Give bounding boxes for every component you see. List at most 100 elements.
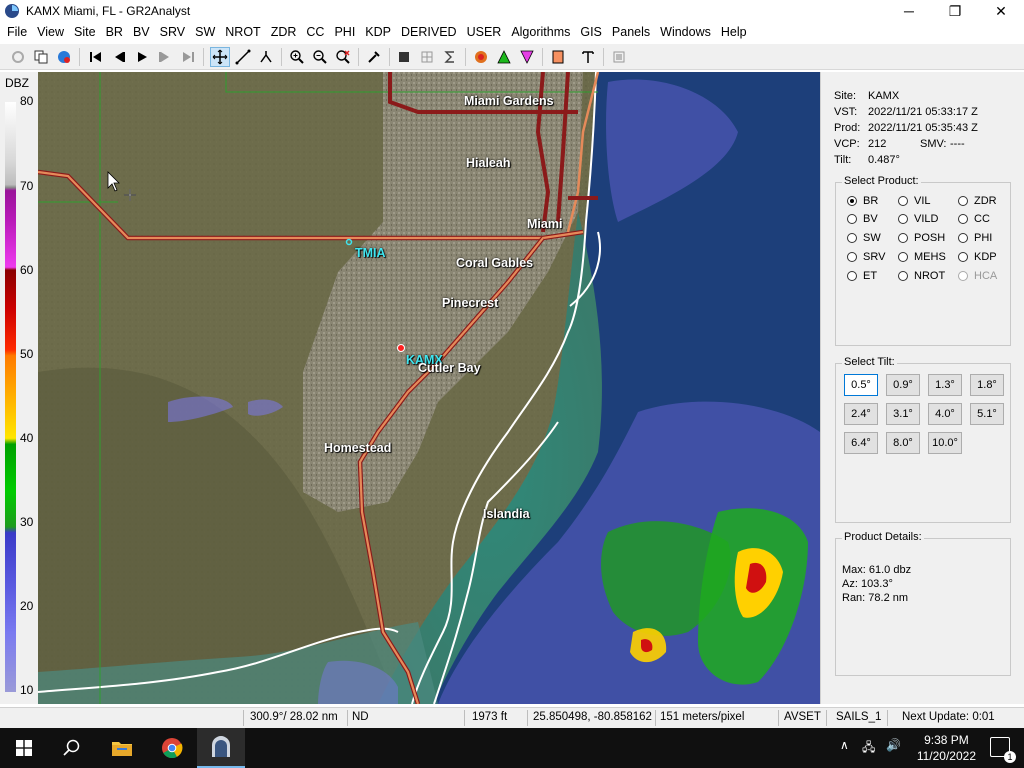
search-button[interactable]	[48, 728, 96, 768]
site-label: Site:	[834, 90, 857, 102]
notification-count: 1	[1004, 751, 1016, 763]
measure-icon[interactable]	[233, 47, 253, 67]
legend-color-strip	[5, 102, 16, 692]
network-icon[interactable]: 🖧	[862, 738, 875, 759]
menu-user[interactable]: USER	[462, 22, 507, 42]
sigma-icon[interactable]	[440, 47, 460, 67]
menu-algorithms[interactable]: Algorithms	[506, 22, 575, 42]
gr2analyst-taskbar-button[interactable]	[197, 728, 245, 768]
step-forward-icon[interactable]	[155, 47, 175, 67]
radar-map-view[interactable]: Miami Gardens Hialeah Miami TMIA Coral G…	[38, 72, 820, 704]
text-tool-icon[interactable]	[578, 47, 598, 67]
tilt-button-5-1[interactable]: 5.1°	[970, 403, 1004, 425]
radio-vild[interactable]: VILD	[898, 213, 938, 225]
radar-site-marker[interactable]	[397, 344, 405, 352]
smv-value: ----	[950, 138, 965, 150]
menu-phi[interactable]: PHI	[329, 22, 360, 42]
green-triangle-icon[interactable]	[494, 47, 514, 67]
menu-gis[interactable]: GIS	[575, 22, 607, 42]
radio-hca[interactable]: HCA	[958, 270, 997, 282]
storm-track-icon[interactable]	[471, 47, 491, 67]
menu-kdp[interactable]: KDP	[360, 22, 396, 42]
zoom-in-icon[interactable]	[287, 47, 307, 67]
tilt-button-1-3[interactable]: 1.3°	[928, 374, 962, 396]
refresh-icon[interactable]	[8, 47, 28, 67]
radio-kdp[interactable]: KDP	[958, 251, 997, 263]
label-miami-gardens: Miami Gardens	[464, 94, 554, 108]
tilt-button-0-5[interactable]: 0.5°	[844, 374, 878, 396]
zoom-out-icon[interactable]	[310, 47, 330, 67]
radio-sw[interactable]: SW	[847, 232, 881, 244]
tilt-button-4-0[interactable]: 4.0°	[928, 403, 962, 425]
menu-cc[interactable]: CC	[301, 22, 329, 42]
start-button[interactable]	[0, 728, 48, 768]
clock[interactable]: 9:38 PM 11/20/2022	[917, 732, 976, 764]
tilt-button-10-0[interactable]: 10.0°	[928, 432, 962, 454]
maximize-button[interactable]: ❐	[932, 0, 978, 22]
notification-center-icon[interactable]: 1	[990, 737, 1016, 763]
cross-section-icon[interactable]	[256, 47, 276, 67]
volume-icon[interactable]: 🔊	[886, 738, 901, 752]
label-cutler-bay: Cutler Bay	[418, 361, 481, 375]
close-button[interactable]: ✕	[978, 0, 1024, 22]
globe-site-icon[interactable]	[54, 47, 74, 67]
palette-icon[interactable]	[548, 47, 568, 67]
tilt-button-3-1[interactable]: 3.1°	[886, 403, 920, 425]
zoom-reset-icon[interactable]	[333, 47, 353, 67]
app-icon	[5, 4, 19, 18]
skip-first-icon[interactable]	[86, 47, 106, 67]
play-icon[interactable]	[132, 47, 152, 67]
copy-icon[interactable]	[31, 47, 51, 67]
menu-nrot[interactable]: NROT	[220, 22, 265, 42]
radio-bv[interactable]: BV	[847, 213, 878, 225]
skip-last-icon[interactable]	[178, 47, 198, 67]
menu-sw[interactable]: SW	[190, 22, 220, 42]
tilt-button-6-4[interactable]: 6.4°	[844, 432, 878, 454]
minimize-button[interactable]: ─	[886, 0, 932, 22]
menu-derived[interactable]: DERIVED	[396, 22, 462, 42]
menu-windows[interactable]: Windows	[655, 22, 716, 42]
menu-panels[interactable]: Panels	[607, 22, 655, 42]
radio-phi[interactable]: PHI	[958, 232, 992, 244]
tilt-button-0-9[interactable]: 0.9°	[886, 374, 920, 396]
radio-srv[interactable]: SRV	[847, 251, 885, 263]
label-islandia: Islandia	[483, 507, 530, 521]
status-next-update: Next Update: 0:01	[902, 711, 995, 723]
radio-cc[interactable]: CC	[958, 213, 990, 225]
radio-br[interactable]: BR	[847, 195, 878, 207]
radio-posh[interactable]: POSH	[898, 232, 945, 244]
radio-zdr[interactable]: ZDR	[958, 195, 997, 207]
label-pinecrest: Pinecrest	[442, 296, 499, 310]
legend-tick-30: 30	[20, 515, 34, 529]
menu-srv[interactable]: SRV	[155, 22, 190, 42]
grid-icon[interactable]	[417, 47, 437, 67]
menu-zdr[interactable]: ZDR	[266, 22, 302, 42]
tilt-button-1-8[interactable]: 1.8°	[970, 374, 1004, 396]
vcp-label: VCP:	[834, 138, 860, 150]
step-back-icon[interactable]	[109, 47, 129, 67]
radio-mehs[interactable]: MEHS	[898, 251, 946, 263]
radio-vil[interactable]: VIL	[898, 195, 931, 207]
tilt-button-2-4[interactable]: 2.4°	[844, 403, 878, 425]
pipette-icon[interactable]	[364, 47, 384, 67]
menu-bv[interactable]: BV	[128, 22, 155, 42]
legend-tick-20: 20	[20, 599, 34, 613]
menu-view[interactable]: View	[32, 22, 69, 42]
tilt-button-8-0[interactable]: 8.0°	[886, 432, 920, 454]
legend-tick-50: 50	[20, 347, 34, 361]
magenta-triangle-icon[interactable]	[517, 47, 537, 67]
layer-icon[interactable]	[609, 47, 629, 67]
chrome-button[interactable]	[148, 728, 196, 768]
pan-tool-icon[interactable]	[210, 47, 230, 67]
radio-et[interactable]: ET	[847, 270, 877, 282]
smooth-icon[interactable]	[394, 47, 414, 67]
menu-file[interactable]: File	[0, 22, 32, 42]
menu-br[interactable]: BR	[101, 22, 128, 42]
map-canvas[interactable]	[38, 72, 820, 704]
menu-site[interactable]: Site	[69, 22, 101, 42]
menu-help[interactable]: Help	[716, 22, 752, 42]
file-explorer-button[interactable]	[98, 728, 146, 768]
tray-chevron-icon[interactable]: ∧	[840, 738, 849, 752]
radio-nrot[interactable]: NROT	[898, 270, 945, 282]
windows-taskbar: ∧ 🖧 🔊 9:38 PM 11/20/2022 1	[0, 728, 1024, 768]
